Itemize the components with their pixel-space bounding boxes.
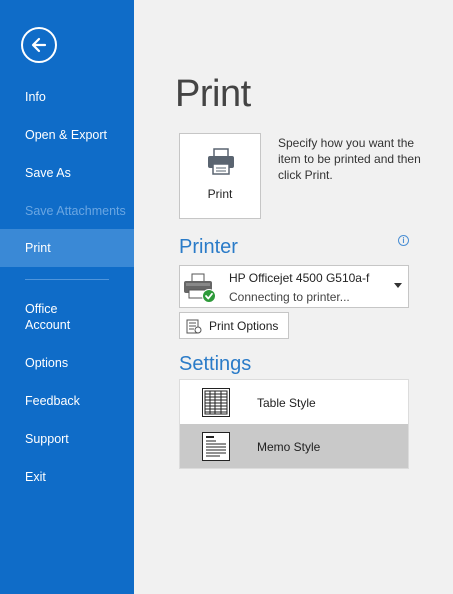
printer-dropdown[interactable]: HP Officejet 4500 G510a-f Connecting to … bbox=[179, 265, 409, 308]
back-arrow-icon bbox=[31, 37, 47, 53]
printer-status: Connecting to printer... bbox=[229, 290, 350, 304]
nav-open-export[interactable]: Open & Export bbox=[0, 127, 134, 143]
page-title: Print bbox=[175, 73, 251, 115]
print-button-label: Print bbox=[207, 187, 233, 201]
print-button[interactable]: Print bbox=[179, 133, 261, 219]
print-style-list: Table Style Memo Style bbox=[179, 379, 409, 469]
style-item-memo[interactable]: Memo Style bbox=[180, 424, 408, 468]
printer-name: HP Officejet 4500 G510a-f bbox=[229, 271, 370, 285]
print-options-button[interactable]: Print Options bbox=[179, 312, 289, 339]
nav-print[interactable]: Print bbox=[0, 229, 134, 267]
backstage-sidebar: Info Open & Export Save As Save Attachme… bbox=[0, 0, 134, 594]
nav-options[interactable]: Options bbox=[0, 355, 134, 371]
style-label-memo: Memo Style bbox=[257, 440, 321, 454]
printer-section-title: Printer bbox=[179, 236, 238, 258]
table-style-icon bbox=[202, 388, 230, 417]
nav-support[interactable]: Support bbox=[0, 431, 134, 447]
memo-style-icon bbox=[202, 432, 230, 461]
settings-section-title: Settings bbox=[179, 353, 252, 375]
printer-ready-icon bbox=[184, 273, 216, 303]
print-description: Specify how you want the item to be prin… bbox=[278, 136, 421, 182]
nav-save-attachments: Save Attachments bbox=[25, 204, 126, 218]
info-icon[interactable]: i bbox=[398, 235, 409, 246]
printer-icon bbox=[208, 148, 234, 175]
nav-feedback[interactable]: Feedback bbox=[0, 393, 134, 409]
print-options-label: Print Options bbox=[209, 319, 279, 333]
print-options-icon bbox=[186, 319, 202, 334]
chevron-down-icon bbox=[394, 283, 402, 288]
nav-divider bbox=[25, 279, 109, 280]
nav-save-as[interactable]: Save As bbox=[0, 165, 134, 181]
nav-info[interactable]: Info bbox=[0, 89, 134, 105]
style-item-table[interactable]: Table Style bbox=[180, 380, 408, 424]
nav-office-account[interactable]: Office Account bbox=[0, 301, 134, 333]
nav-exit[interactable]: Exit bbox=[0, 469, 134, 485]
back-button[interactable] bbox=[21, 27, 57, 63]
style-label-table: Table Style bbox=[257, 396, 316, 410]
